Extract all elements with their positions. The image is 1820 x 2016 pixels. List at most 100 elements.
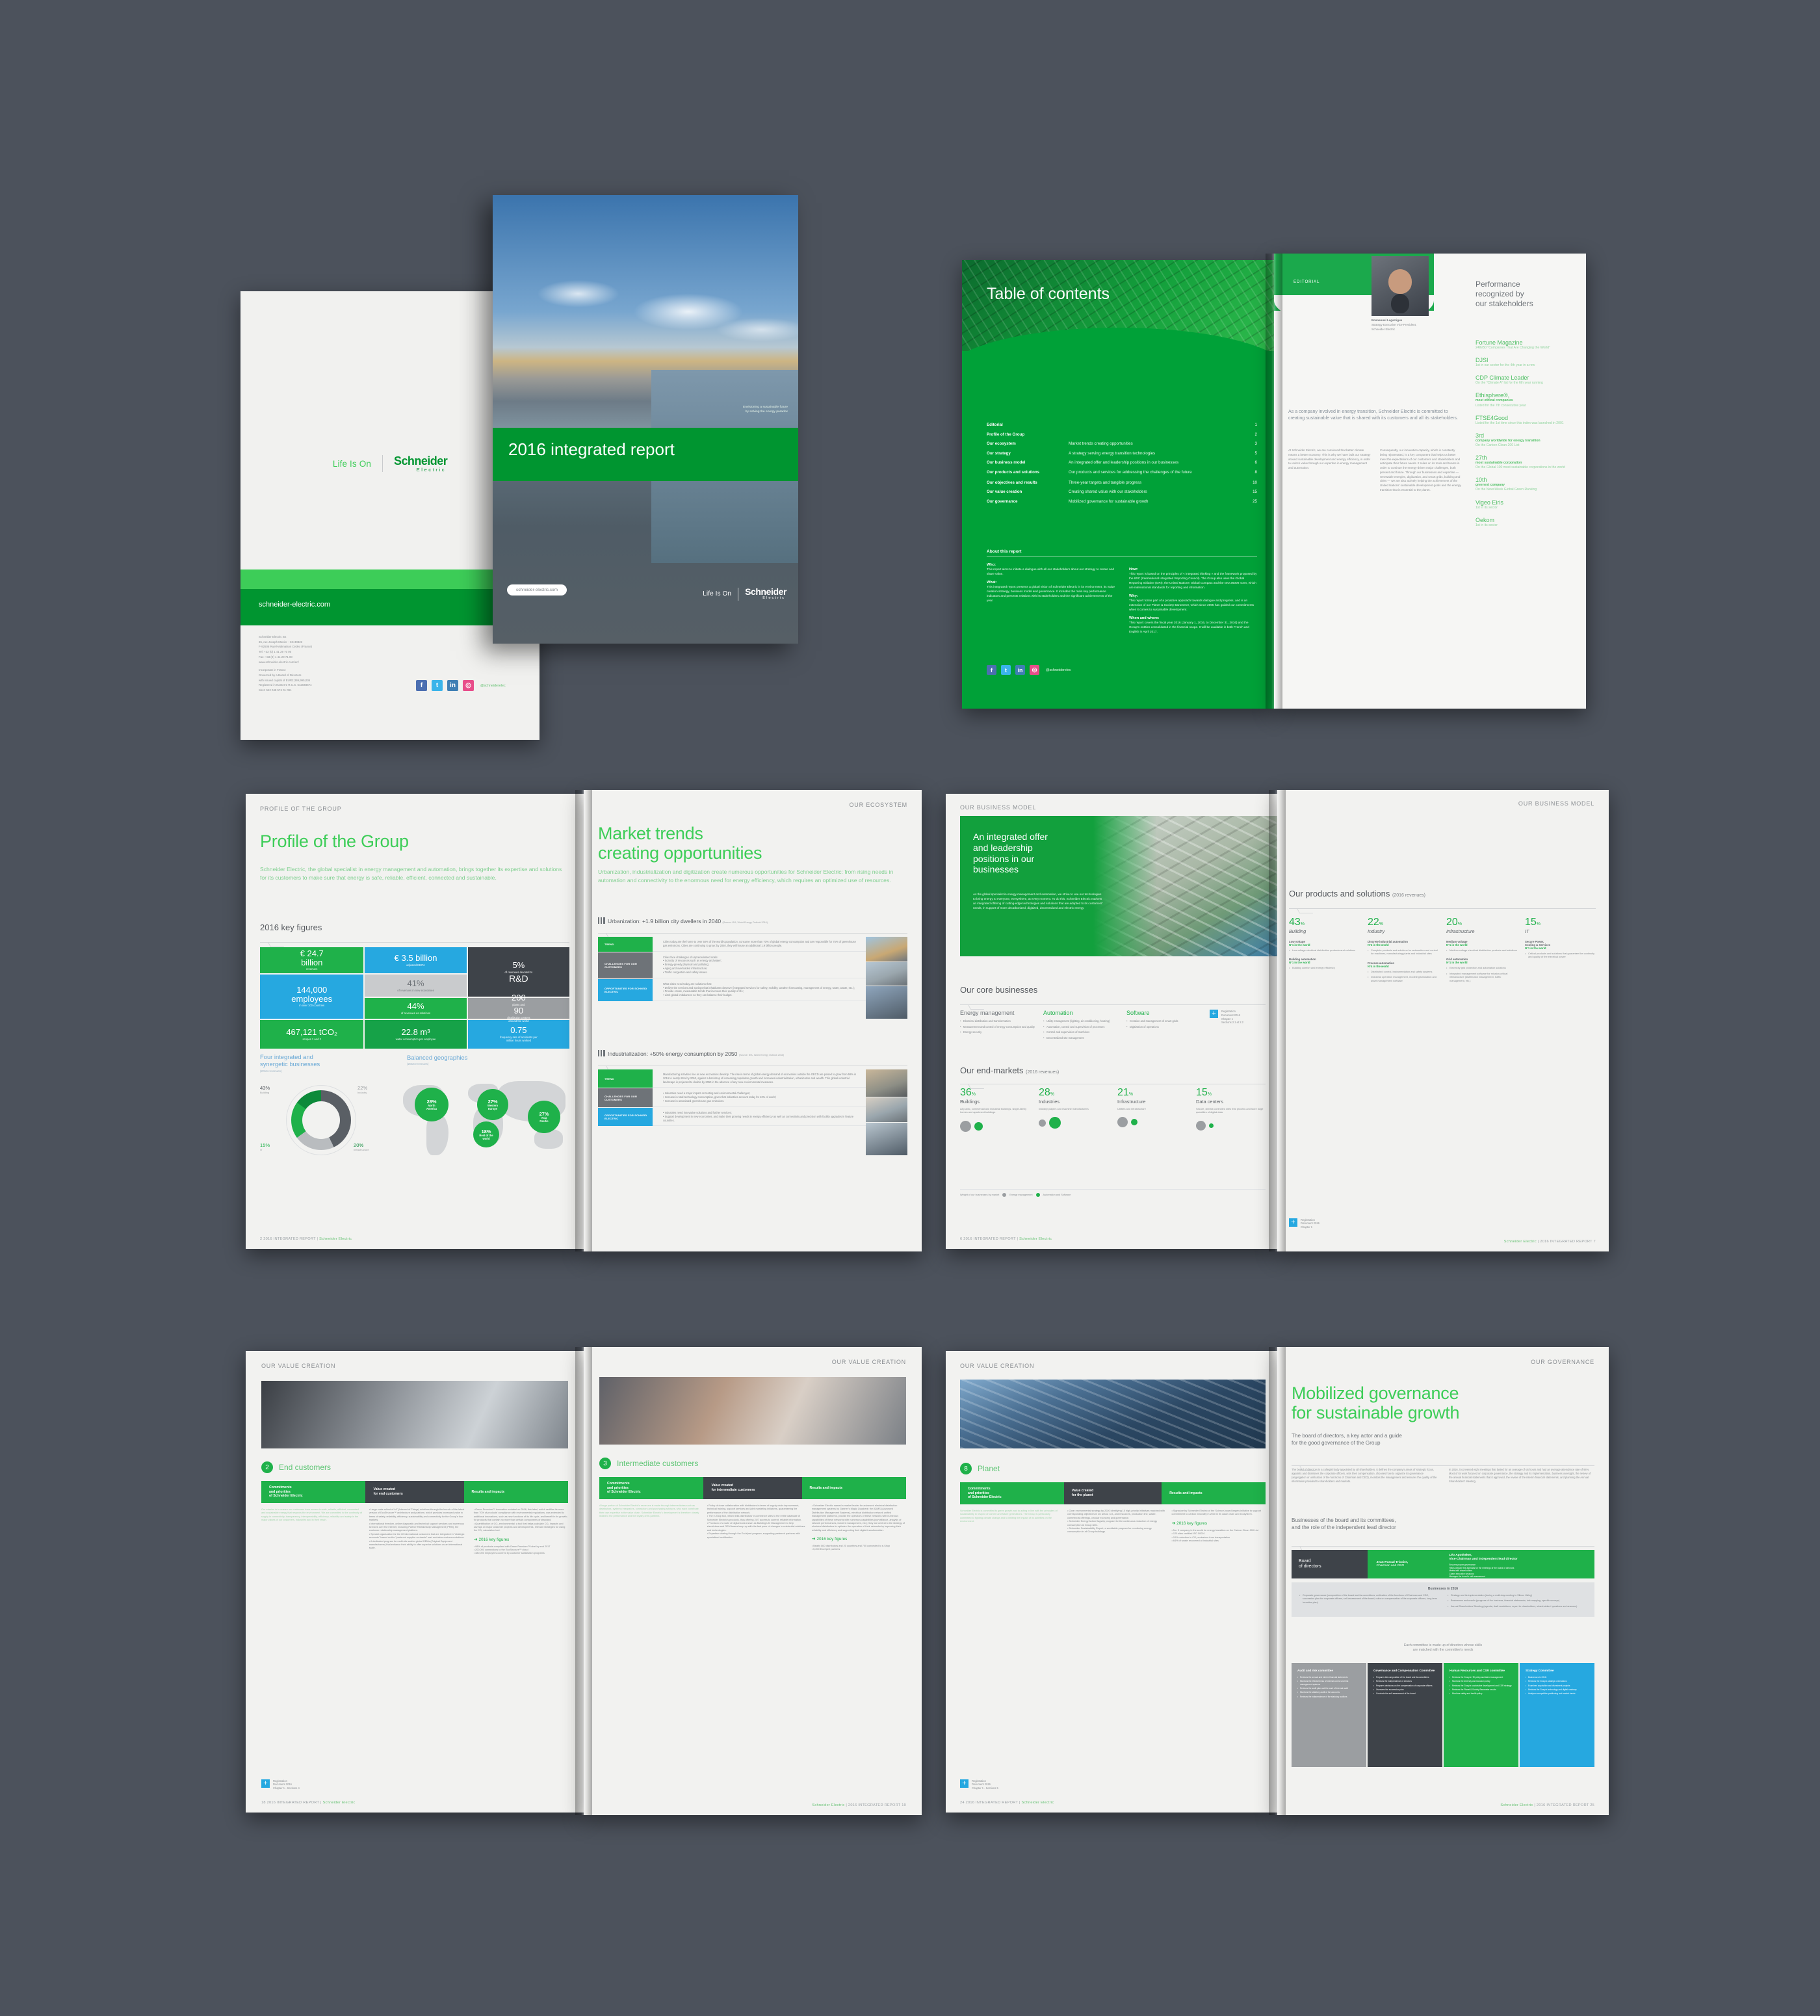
portrait-photo: [1372, 256, 1429, 316]
end-customers-page[interactable]: OUR VALUE CREATION 2 End customers Commi…: [246, 1351, 584, 1813]
toc-item[interactable]: Our strategy A strategy serving energy tr…: [987, 451, 1257, 456]
lead-director-role: Vice-Chairman and independent lead direc…: [1449, 1558, 1518, 1562]
end-market-name: Industries: [1039, 1099, 1060, 1105]
legend-item: Automation and Software: [1043, 1194, 1071, 1196]
segment-rank: N°1 in the world: [1289, 943, 1310, 947]
editorial-page[interactable]: EDITORIAL Emmanuel Lagarrigue Strategy E…: [1274, 254, 1586, 709]
instagram-icon[interactable]: ◎: [463, 680, 474, 691]
page-eyebrow: OUR GOVERNANCE: [1531, 1359, 1594, 1365]
divider: [260, 942, 569, 943]
about-this-report: About this report Who: This report aims …: [987, 549, 1257, 634]
automation-dot: [974, 1121, 983, 1131]
legend-dot-grey: [1002, 1193, 1007, 1197]
key-figure-label: plants and: [512, 1002, 525, 1006]
recognition-item: 3rd company worldwide for energy transiti…: [1476, 432, 1580, 448]
governance-page[interactable]: OUR GOVERNANCE Mobilized governance for s…: [1277, 1347, 1609, 1815]
key-figure-value2: 90: [514, 1006, 524, 1016]
regdoc-text: Registration Document 2016 Chapter 1 Sec…: [1221, 1010, 1243, 1025]
toc-item[interactable]: Our value creation Creating shared value …: [987, 490, 1257, 494]
trend-row: CHALLENGES FOR OUR CUSTOMERS Cities face …: [598, 952, 866, 978]
front-cover-page[interactable]: Envisioning a sustainable future by solvi…: [493, 195, 798, 644]
page-footer: Schneider Electric | 2016 INTEGRATED REP…: [1503, 1240, 1596, 1244]
toc-item[interactable]: Our business model An integrated offer an…: [987, 460, 1257, 465]
automation-dot: [1131, 1119, 1138, 1126]
facebook-icon[interactable]: f: [416, 680, 427, 691]
toc-item[interactable]: Profile of the Group 2: [987, 432, 1257, 437]
col-header-commitments: Commitments and priorities of Schneider …: [960, 1482, 1064, 1504]
toc-key: Our governance: [987, 499, 1018, 504]
toc-list[interactable]: Editorial 1 Profile of the Group 2 Our eco…: [987, 423, 1257, 508]
facebook-icon[interactable]: f: [987, 665, 996, 675]
recognition-name: Vigeo Eiris: [1476, 499, 1503, 506]
toc-desc: An integrated offer and leadership posit…: [1069, 460, 1179, 465]
commitments-text: Our mission is to ensure our customers h…: [261, 1508, 363, 1522]
registration-document-ref[interactable]: + Registration Document 2016 Chapter 1: [1289, 1218, 1320, 1229]
regdoc-text: Registration Document 2016 Chapter 1: [1301, 1218, 1320, 1229]
key-figures-grid: € 24.7 billion revenues € 3.5 billion adjus…: [260, 947, 569, 1049]
editorial-label: EDITORIAL: [1294, 280, 1320, 284]
twitter-icon[interactable]: t: [1001, 665, 1011, 675]
page-footer: 2 2016 INTEGRATED REPORT | Schneider Ele…: [260, 1237, 352, 1241]
performance-list: Fortune Magazine 24th/50 "Companies That …: [1476, 339, 1580, 534]
value-created-text: • Clear environmental strategy by 2020 i…: [1067, 1510, 1165, 1534]
instagram-icon[interactable]: ◎: [1030, 665, 1039, 675]
toc-item[interactable]: Our objectives and results Three-year tar…: [987, 480, 1257, 485]
performance-title: Performance recognized by our stakeholders: [1476, 280, 1533, 308]
chairman-role: Chairman and CEO: [1376, 1564, 1405, 1567]
key-figure: 144,000 employees in over 100 countries: [260, 975, 364, 1019]
twitter-icon[interactable]: t: [432, 680, 443, 691]
toc-page-num: 10: [1253, 480, 1257, 485]
trend-row-text: • Industries need innovative solutions a…: [653, 1108, 866, 1127]
ecosystem-page[interactable]: OUR ECOSYSTEM Market trends creating oppo…: [584, 790, 922, 1251]
business-model-page[interactable]: OUR BUSINESS MODEL An integrated offer an…: [946, 794, 1277, 1249]
profile-page[interactable]: PROFILE OF THE GROUP Profile of the Grou…: [246, 794, 584, 1249]
cover-url-pill[interactable]: schneider-electric.com: [507, 584, 567, 596]
segment-name: Infrastructure: [1446, 928, 1475, 934]
legend-item: Energy management: [1009, 1194, 1033, 1196]
trend-row-text: Cities today are the home to over 50% of…: [653, 937, 866, 952]
registration-document-ref[interactable]: + Registration Document 2016 Chapter 1 S…: [1210, 1010, 1266, 1042]
geo-bubble-asia-pacific: 27% Asia Pacific: [528, 1101, 560, 1133]
toc-key: Editorial: [987, 423, 1003, 427]
trend-row-label: CHALLENGES FOR OUR CUSTOMERS: [598, 952, 653, 978]
planet-page[interactable]: OUR VALUE CREATION 8 Planet Commitments …: [946, 1351, 1277, 1813]
trend-row-label: TREND: [598, 937, 653, 952]
three-column-body: Our mission is to ensure our customers h…: [261, 1508, 568, 1556]
governance-spread: OUR VALUE CREATION 8 Planet Commitments …: [946, 1347, 1609, 1815]
back-cover-url[interactable]: schneider-electric.com: [259, 601, 330, 609]
page-footer: 24 2016 INTEGRATED REPORT | Schneider El…: [960, 1801, 1054, 1805]
life-is-on-tagline: Life Is On: [703, 590, 732, 598]
ecosystem-lead: Urbanization, industrialization and digi…: [598, 869, 894, 884]
product-segment: 20% Infrastructure Medium voltage N°1 in…: [1446, 917, 1517, 984]
editorial-col-left: At Schneider Electric, we are convinced …: [1288, 449, 1371, 469]
social-links[interactable]: f t in ◎ @schneiderelec: [416, 680, 506, 691]
linkedin-icon[interactable]: in: [1015, 665, 1025, 675]
section-number: 8: [960, 1463, 972, 1474]
donut-ring: [291, 1090, 351, 1150]
registration-document-ref[interactable]: + Registration Document 2016 Chapter 1 -…: [261, 1779, 300, 1790]
key-figure-value: 200: [512, 993, 526, 1003]
toc-page-num: 3: [1254, 441, 1257, 446]
recognition-detail: Listed for the 7th consecutive year: [1476, 403, 1526, 408]
social-links[interactable]: f t in ◎ @schneiderelec: [987, 665, 1071, 675]
toc-page[interactable]: Table of contents Editorial 1 Profile of …: [962, 260, 1274, 709]
recognition-name: CDP Climate Leader: [1476, 374, 1529, 382]
intermediate-customers-page[interactable]: OUR VALUE CREATION 3 Intermediate custom…: [584, 1347, 922, 1815]
toc-item[interactable]: Our governance Mobilized governance for s…: [987, 499, 1257, 504]
toc-item[interactable]: Our ecosystem Market trends creating oppo…: [987, 441, 1257, 446]
recognition-detail: 1st in its sector: [1476, 523, 1498, 527]
committee-card: Strategy Committee Businesses in 2016:Re…: [1520, 1663, 1594, 1767]
toc-item[interactable]: Our products and solutions Our products a…: [987, 470, 1257, 475]
col-header-results: Results and impacts: [463, 1481, 568, 1503]
trend-row-text: Cities face challenges of unprecedented …: [653, 952, 866, 978]
products-solutions-page[interactable]: OUR BUSINESS MODEL Our products and solu…: [1277, 790, 1609, 1251]
businesses-2016-title: Businesses in 2016: [1427, 1587, 1459, 1591]
toc-item[interactable]: Editorial 1: [987, 423, 1257, 427]
linkedin-icon[interactable]: in: [447, 680, 458, 691]
registration-document-ref[interactable]: + Registration Document 2016 Chapter 1 -…: [960, 1779, 998, 1790]
toc-desc: Creating shared value with our stakehold…: [1069, 490, 1147, 494]
board-label: Board of directors: [1292, 1550, 1368, 1578]
key-figure-label: of revenues in new economies: [397, 988, 434, 992]
commitments-text: Schneider Electric is committed to green…: [960, 1510, 1058, 1523]
toc-page-num: 15: [1253, 490, 1257, 494]
